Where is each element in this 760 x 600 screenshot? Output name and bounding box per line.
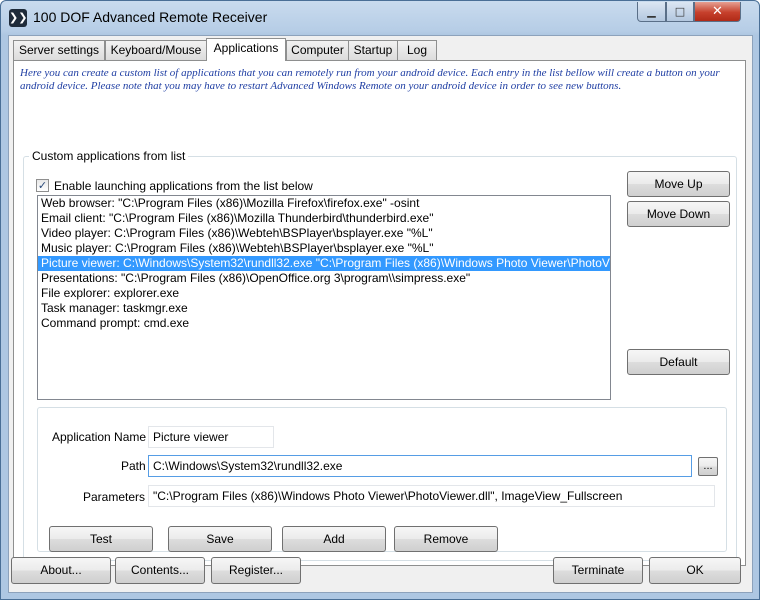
app-name-label: Application Name: [52, 430, 147, 444]
list-item[interactable]: Video player: C:\Program Files (x86)\Web…: [38, 226, 610, 241]
parameters-label: Parameters: [83, 490, 146, 504]
list-item[interactable]: Command prompt: cmd.exe: [38, 316, 610, 331]
info-text: Here you can create a custom list of app…: [20, 67, 720, 92]
checkbox-checked-icon[interactable]: ✓: [36, 179, 49, 192]
terminate-button[interactable]: Terminate: [553, 557, 643, 584]
list-item[interactable]: Email client: "C:\Program Files (x86)\Mo…: [38, 211, 610, 226]
tab-server-settings[interactable]: Server settings: [13, 40, 105, 60]
move-down-button[interactable]: Move Down: [627, 201, 730, 227]
path-input[interactable]: C:\Windows\System32\rundll32.exe: [148, 455, 692, 477]
maximize-button[interactable]: □: [666, 2, 694, 22]
list-item[interactable]: Presentations: "C:\Program Files (x86)\O…: [38, 271, 610, 286]
app-name-input[interactable]: Picture viewer: [148, 426, 274, 448]
tab-applications[interactable]: Applications: [206, 38, 286, 61]
maximize-icon: □: [674, 5, 686, 18]
about-button[interactable]: About...: [11, 557, 111, 584]
checkbox-label: Enable launching applications from the l…: [54, 179, 313, 193]
window-title: 100 DOF Advanced Remote Receiver: [33, 9, 268, 25]
default-button[interactable]: Default: [627, 349, 730, 375]
browse-button[interactable]: ...: [698, 457, 718, 476]
close-icon: ✕: [712, 4, 723, 19]
close-button[interactable]: ✕: [694, 2, 741, 22]
applications-list[interactable]: Web browser: "C:\Program Files (x86)\Moz…: [37, 195, 611, 400]
minimize-icon: ▁: [647, 5, 656, 18]
path-label: Path: [121, 459, 146, 473]
group-title: Custom applications from list: [29, 149, 189, 163]
remove-button[interactable]: Remove: [394, 526, 498, 552]
add-button[interactable]: Add: [282, 526, 386, 552]
title-bar[interactable]: ❯❯ 100 DOF Advanced Remote Receiver ▁ □ …: [1, 1, 759, 35]
parameters-input[interactable]: "C:\Program Files (x86)\Windows Photo Vi…: [148, 485, 715, 507]
client-area: Server settings Keyboard/Mouse Applicati…: [8, 35, 753, 593]
minimize-button[interactable]: ▁: [637, 2, 666, 22]
applications-panel: Here you can create a custom list of app…: [13, 60, 746, 566]
list-item[interactable]: Music player: C:\Program Files (x86)\Web…: [38, 241, 610, 256]
tab-startup[interactable]: Startup: [348, 40, 398, 60]
list-item-selected[interactable]: Picture viewer: C:\Windows\System32\rund…: [38, 256, 610, 271]
tab-log[interactable]: Log: [397, 40, 437, 60]
tab-keyboard-mouse[interactable]: Keyboard/Mouse: [105, 40, 207, 60]
list-item[interactable]: Web browser: "C:\Program Files (x86)\Moz…: [38, 196, 610, 211]
tab-computer[interactable]: Computer: [286, 40, 349, 60]
move-up-button[interactable]: Move Up: [627, 171, 730, 197]
list-item[interactable]: Task manager: taskmgr.exe: [38, 301, 610, 316]
list-item[interactable]: File explorer: explorer.exe: [38, 286, 610, 301]
ok-button[interactable]: OK: [649, 557, 741, 584]
contents-button[interactable]: Contents...: [115, 557, 205, 584]
test-button[interactable]: Test: [49, 526, 153, 552]
register-button[interactable]: Register...: [211, 557, 301, 584]
save-button[interactable]: Save: [168, 526, 272, 552]
app-window: ❯❯ 100 DOF Advanced Remote Receiver ▁ □ …: [0, 0, 760, 600]
app-logo-icon[interactable]: ❯❯: [9, 9, 27, 27]
